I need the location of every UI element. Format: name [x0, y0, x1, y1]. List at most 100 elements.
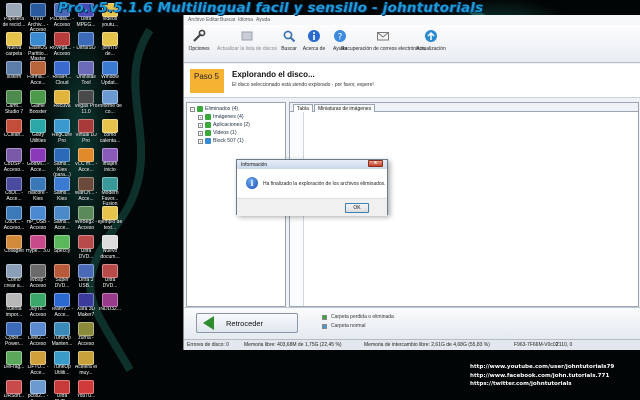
app-icon [78, 148, 94, 162]
app-icon [102, 206, 118, 220]
toolbar-button[interactable]: Actualizar la lista de discos [216, 27, 278, 61]
dialog-body: i Ha finalizado la exploración de los ar… [237, 169, 387, 216]
status-bar: Errores de disco: 0 Memoria libre: 403,6… [184, 339, 640, 350]
app-icon [102, 119, 118, 133]
tab-thumbnails[interactable]: Miniaturas de imágenes [314, 104, 376, 112]
menu-item[interactable]: Buscar [220, 17, 236, 23]
app-icon [54, 119, 70, 133]
app-icon [6, 293, 22, 307]
step-badge: Paso 5 [190, 69, 224, 93]
desktop-icon[interactable]: pcos2... - Acce... [26, 380, 50, 400]
back-button[interactable]: Retroceder [196, 313, 298, 333]
menu-item[interactable]: Editar [206, 17, 219, 23]
toolbar-button-label: Recuperación de correos electrónicos [341, 46, 425, 52]
tree-node[interactable]: + Imágenes (4) [198, 113, 244, 121]
tree-node-label: Videos (1) [213, 130, 237, 136]
toolbar-button[interactable]: Recuperación de correos electrónicos [341, 27, 425, 61]
app-icon [30, 32, 46, 46]
app-icon [78, 119, 94, 133]
legend-normal-folder: Carpeta normal [322, 323, 365, 329]
expand-toggle-icon[interactable]: + [198, 122, 203, 128]
app-icon [78, 380, 94, 394]
app-icon [54, 206, 70, 220]
tab-table[interactable]: Tabla [293, 104, 313, 112]
tree-node[interactable]: + Block 507 (1) [198, 137, 244, 145]
toolbar-button-label: Actualización [416, 46, 446, 52]
tree-node[interactable]: + Aplicaciones (2) [198, 121, 250, 129]
desktop-icon-label: DRSoft... [3, 394, 25, 399]
app-icon [102, 177, 118, 191]
info-dialog: Información x i Ha finalizado la explora… [236, 159, 388, 216]
app-icon [6, 235, 22, 249]
app-icon [54, 32, 70, 46]
app-icon [54, 293, 70, 307]
dialog-ok-button[interactable]: OK [345, 203, 369, 213]
toolbar-button[interactable]: Actualización [414, 27, 448, 61]
tree-node[interactable]: + Videos (1) [198, 129, 237, 137]
app-icon [6, 264, 22, 278]
app-icon [6, 119, 22, 133]
desktop-icon-label: YouTu... [76, 394, 96, 399]
desktop-icon[interactable]: INDD32... [98, 293, 122, 327]
menu-item[interactable]: Idioma [238, 17, 253, 23]
tree-node[interactable]: − Eliminados (4) [190, 105, 238, 113]
toolbar-button[interactable]: Buscar [279, 27, 299, 61]
app-icon [102, 90, 118, 104]
app-icon [54, 177, 70, 191]
folder-icon [205, 130, 211, 136]
twitter-link: https://twitter.com/johntutorials [470, 381, 572, 388]
app-icon [78, 235, 94, 249]
folder-icon [205, 114, 211, 120]
expand-toggle-icon[interactable]: + [198, 114, 203, 120]
app-icon [102, 293, 118, 307]
app-icon [30, 90, 46, 104]
toolbar-button-label: Acerca de [302, 46, 326, 52]
app-icon [6, 32, 22, 46]
dialog-titlebar[interactable]: Información x [237, 160, 387, 169]
update-icon [424, 29, 438, 43]
app-icon [30, 351, 46, 365]
tree-node-label: Eliminados (4) [205, 106, 239, 112]
status-swap-memory: Memoria de intercambio libre: 2,61G de 4… [364, 342, 490, 348]
status-disk-errors: Errores de disco: 0 [187, 342, 229, 348]
app-icon [30, 61, 46, 75]
app-icon [6, 351, 22, 365]
app-icon [54, 235, 70, 249]
desktop-icon[interactable]: DRSoft... [2, 380, 26, 400]
status-free-memory: Memoria libre: 403,68M de 1,75G (22,45 %… [244, 342, 342, 348]
desktop-icon[interactable]: YouTu... [74, 380, 98, 400]
expand-toggle-icon[interactable]: + [198, 130, 203, 136]
back-button-label: Retroceder [226, 318, 264, 328]
facebook-link: http://www.facebook.com/john.tutorials.7… [470, 372, 610, 379]
app-icon [6, 380, 22, 394]
dialog-close-button[interactable]: x [368, 160, 383, 167]
view-tabs: Tabla Miniaturas de imágenes [290, 103, 638, 112]
expand-toggle-icon[interactable]: − [190, 106, 195, 112]
legend-lost-label: Carpeta perdida o eliminada [331, 314, 394, 320]
menu-bar: Archivo Editar Buscar Idioma Ayuda [184, 15, 640, 25]
app-icon [30, 264, 46, 278]
app-icon [102, 235, 118, 249]
menu-item[interactable]: Archivo [188, 17, 205, 23]
info-icon [307, 29, 321, 43]
app-icon [6, 3, 22, 17]
app-icon [30, 119, 46, 133]
app-icon [78, 351, 94, 365]
folder-icon [205, 122, 211, 128]
app-icon [102, 32, 118, 46]
step-subtitle: El disco seleccionado está siendo explor… [232, 82, 374, 88]
expand-toggle-icon[interactable]: + [198, 138, 203, 144]
menu-item[interactable]: Ayuda [256, 17, 270, 23]
toolbar-button[interactable]: ? Ayuda [330, 27, 350, 61]
dialog-title: Información [241, 162, 268, 168]
desktop-icon[interactable]: Ultra DVD... [50, 380, 74, 400]
tree-node-label: Imágenes (4) [213, 114, 244, 120]
app-icon [102, 148, 118, 162]
svg-text:?: ? [338, 33, 343, 43]
app-icon [78, 32, 94, 46]
toolbar-button-label: Actualizar la lista de discos [216, 46, 278, 52]
toolbar-button[interactable]: Opciones [186, 27, 212, 61]
app-icon [54, 264, 70, 278]
dialog-message: Ha finalizado la exploración de los arch… [263, 181, 386, 187]
toolbar-button[interactable]: Acerca de [302, 27, 326, 61]
